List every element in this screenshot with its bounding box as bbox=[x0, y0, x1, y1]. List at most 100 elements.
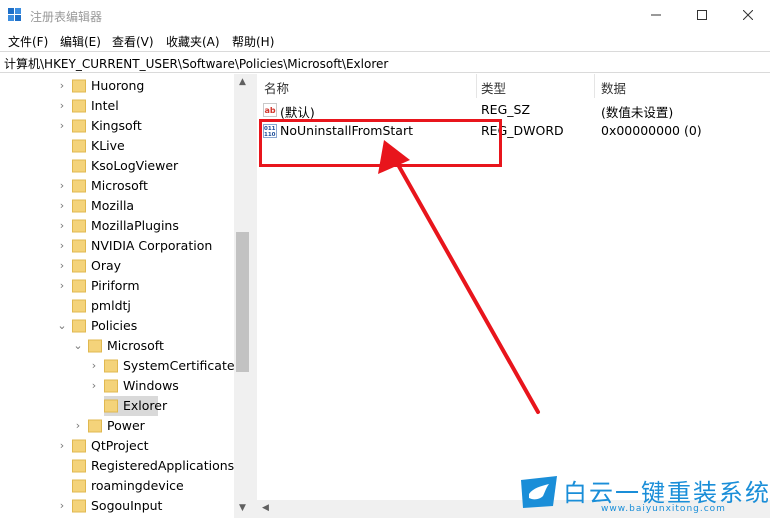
tree-item[interactable]: Exlorer bbox=[0, 396, 234, 416]
folder-icon bbox=[72, 299, 86, 313]
collapse-chevron-icon[interactable]: ⌄ bbox=[73, 340, 83, 352]
expand-chevron-icon bbox=[89, 400, 99, 412]
tree-item[interactable]: RegisteredApplications bbox=[0, 456, 234, 476]
tree-item-label: RegisteredApplications bbox=[91, 458, 235, 473]
value-row[interactable]: ab (默认) REG_SZ (数值未设置) bbox=[257, 100, 770, 120]
tree-scrollbar-thumb[interactable] bbox=[236, 232, 249, 372]
expand-chevron-icon bbox=[57, 460, 67, 472]
tree-item-label: Kingsoft bbox=[91, 118, 142, 133]
folder-icon bbox=[72, 459, 86, 473]
tree-item-label: KsoLogViewer bbox=[91, 158, 179, 173]
tree-item-label: Huorong bbox=[91, 78, 145, 93]
collapse-chevron-icon[interactable]: ⌄ bbox=[57, 320, 67, 332]
expand-chevron-icon bbox=[57, 140, 67, 152]
expand-chevron-icon[interactable]: › bbox=[73, 420, 83, 432]
tree-item[interactable]: KsoLogViewer bbox=[0, 156, 234, 176]
expand-chevron-icon[interactable]: › bbox=[57, 180, 67, 192]
tree-item[interactable]: roamingdevice bbox=[0, 476, 234, 496]
tree-item[interactable]: › Huorong bbox=[0, 76, 234, 96]
expand-chevron-icon[interactable]: › bbox=[57, 220, 67, 232]
minimize-icon bbox=[651, 14, 661, 16]
value-data: 0x00000000 (0) bbox=[601, 123, 702, 138]
tree-item[interactable]: › SystemCertificates bbox=[0, 356, 241, 376]
tree-item[interactable]: › Microsoft bbox=[0, 176, 234, 196]
column-header-data[interactable]: 数据 bbox=[601, 78, 626, 98]
minimize-button[interactable] bbox=[633, 0, 679, 30]
expand-chevron-icon[interactable]: › bbox=[57, 100, 67, 112]
expand-chevron-icon[interactable]: › bbox=[57, 80, 67, 92]
tree-item[interactable]: › Oray bbox=[0, 256, 234, 276]
close-button[interactable] bbox=[725, 0, 770, 30]
folder-icon bbox=[72, 79, 86, 93]
tree-item[interactable]: ⌄ Policies bbox=[0, 316, 234, 336]
scroll-left-icon[interactable]: ◀ bbox=[257, 500, 274, 517]
tree-item[interactable]: › QtProject bbox=[0, 436, 234, 456]
tree-item-label: Microsoft bbox=[91, 178, 148, 193]
registry-editor-icon bbox=[8, 8, 21, 21]
tree-item-label: SystemCertificates bbox=[123, 358, 242, 373]
column-header-type[interactable]: 类型 bbox=[481, 78, 506, 98]
folder-icon bbox=[72, 499, 86, 513]
menu-view[interactable]: 查看(V) bbox=[112, 33, 154, 50]
menu-favorites[interactable]: 收藏夹(A) bbox=[166, 33, 220, 50]
watermark-title: 白云一键重装系统 bbox=[563, 479, 770, 507]
tree-item[interactable]: › Power bbox=[0, 416, 234, 436]
folder-icon bbox=[72, 259, 86, 273]
column-header-name[interactable]: 名称 bbox=[264, 78, 289, 98]
value-type: REG_SZ bbox=[481, 102, 531, 117]
expand-chevron-icon[interactable]: › bbox=[89, 360, 99, 372]
watermark: 白云一键重装系统 www.baiyunxitong.com bbox=[515, 466, 770, 518]
tree-item-label: pmldtj bbox=[91, 298, 131, 313]
tree-item[interactable]: › SogouInput bbox=[0, 496, 234, 516]
tree-item[interactable]: › Intel bbox=[0, 96, 234, 116]
window-title: 注册表编辑器 bbox=[30, 10, 103, 24]
expand-chevron-icon[interactable]: › bbox=[57, 120, 67, 132]
expand-chevron-icon[interactable]: › bbox=[89, 380, 99, 392]
tree-item[interactable]: › NVIDIA Corporation bbox=[0, 236, 234, 256]
folder-icon bbox=[72, 199, 86, 213]
scroll-up-icon[interactable]: ▲ bbox=[234, 74, 251, 91]
menu-edit[interactable]: 编辑(E) bbox=[60, 33, 101, 50]
expand-chevron-icon[interactable]: › bbox=[57, 240, 67, 252]
column-separator bbox=[476, 74, 477, 98]
tree-item-label: Mozilla bbox=[91, 198, 135, 213]
expand-chevron-icon[interactable]: › bbox=[57, 200, 67, 212]
folder-icon bbox=[72, 179, 86, 193]
address-bar[interactable]: 计算机\HKEY_CURRENT_USER\Software\Policies\… bbox=[0, 51, 770, 73]
menu-bar: 文件(F) 编辑(E) 查看(V) 收藏夹(A) 帮助(H) bbox=[0, 30, 770, 51]
menu-file[interactable]: 文件(F) bbox=[8, 33, 48, 50]
folder-icon bbox=[104, 359, 118, 373]
expand-chevron-icon bbox=[57, 160, 67, 172]
expand-chevron-icon[interactable]: › bbox=[57, 280, 67, 292]
tree-item[interactable]: ⌄ Microsoft bbox=[0, 336, 234, 356]
tree-item[interactable]: › Windows bbox=[0, 376, 234, 396]
scroll-down-icon[interactable]: ▼ bbox=[234, 500, 251, 517]
folder-icon bbox=[72, 479, 86, 493]
folder-icon bbox=[88, 339, 102, 353]
menu-help[interactable]: 帮助(H) bbox=[232, 33, 274, 50]
tree-item[interactable]: › MozillaPlugins bbox=[0, 216, 234, 236]
tree-item-label: QtProject bbox=[91, 438, 149, 453]
folder-icon bbox=[72, 119, 86, 133]
tree-item[interactable]: KLive bbox=[0, 136, 234, 156]
tree-item-label: Power bbox=[107, 418, 145, 433]
tree-item-label: Intel bbox=[91, 98, 119, 113]
column-separator bbox=[594, 74, 595, 98]
expand-chevron-icon[interactable]: › bbox=[57, 500, 67, 512]
address-path[interactable]: 计算机\HKEY_CURRENT_USER\Software\Policies\… bbox=[4, 55, 388, 72]
tree-item[interactable]: pmldtj bbox=[0, 296, 234, 316]
folder-icon bbox=[72, 159, 86, 173]
key-tree[interactable]: › Huorong › Intel › Kingsoft KLive KsoLogViewer… bbox=[0, 74, 251, 518]
tree-item[interactable]: › Piriform bbox=[0, 276, 234, 296]
tree-item[interactable]: › Kingsoft bbox=[0, 116, 234, 136]
tree-item-label: Piriform bbox=[91, 278, 140, 293]
expand-chevron-icon[interactable]: › bbox=[57, 440, 67, 452]
tree-item[interactable]: › Mozilla bbox=[0, 196, 234, 216]
expand-chevron-icon[interactable]: › bbox=[57, 260, 67, 272]
folder-icon bbox=[72, 439, 86, 453]
folder-icon bbox=[72, 99, 86, 113]
maximize-button[interactable] bbox=[679, 0, 725, 30]
close-icon bbox=[743, 10, 753, 20]
tree-item-label: Policies bbox=[91, 318, 138, 333]
tree-item-label: Exlorer bbox=[123, 398, 168, 413]
